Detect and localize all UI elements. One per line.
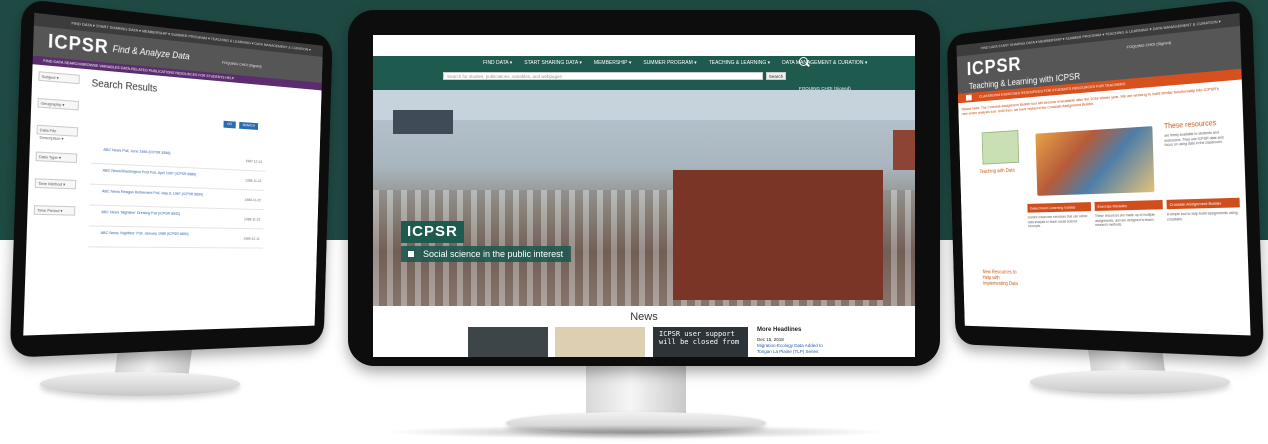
hero-sky <box>373 90 915 120</box>
hero-building <box>673 170 883 300</box>
news-image[interactable] <box>468 327 548 357</box>
home-icon[interactable] <box>965 94 972 101</box>
table-row[interactable]: ABC News Reagan Retirement Poll, May 8, … <box>89 186 265 211</box>
search-input[interactable]: Search for studies, publications, variab… <box>443 72 763 80</box>
column-heading[interactable]: Data-Driven Learning Guides <box>1027 202 1092 213</box>
classroom-photo <box>1035 126 1155 196</box>
right-monitor: FIND DATA START SHARING DATA ▾ MEMBERSHI… <box>946 0 1265 358</box>
center-monitor-stand <box>586 360 686 420</box>
search-button[interactable]: Search <box>766 72 786 80</box>
right-screen: FIND DATA START SHARING DATA ▾ MEMBERSHI… <box>956 13 1251 336</box>
menu-teaching-learning[interactable]: TEACHING & LEARNING ▾ <box>709 60 770 66</box>
login-status[interactable]: FOQUING CHOI (Signed) <box>222 60 262 69</box>
icpsr-logo[interactable]: ICPSR <box>401 221 464 243</box>
column-text: A simple tool to help build assignments … <box>1166 210 1238 222</box>
page-title: Find & Analyze Data <box>112 43 190 62</box>
filter-geography[interactable]: Geography ▾ <box>37 97 79 111</box>
menu-find-data[interactable]: FIND DATA ▾ <box>483 60 512 66</box>
headline-link[interactable]: Migration-Ecology Data Added to Tongan L… <box>757 343 837 354</box>
hero-building <box>393 110 453 134</box>
filter-time-period[interactable]: Time Period ▾ <box>33 205 76 216</box>
filter-subject[interactable]: Subject ▾ <box>38 71 80 85</box>
column-heading[interactable]: Crosstab Assignment Builder <box>1166 197 1240 210</box>
filter-data-type[interactable]: Data Type ▾ <box>35 151 78 164</box>
hero-building <box>893 130 915 170</box>
column-heading[interactable]: Exercise Modules <box>1094 199 1163 211</box>
floor-shadow <box>380 425 890 439</box>
table-row[interactable]: ABC News 'Nightline' Drinking Poll (ICPS… <box>88 207 264 230</box>
search-icon[interactable] <box>799 57 808 66</box>
result-link[interactable]: ABC News 'Nightline' Poll, January 1988 … <box>101 231 189 236</box>
resources-text: are freely available to students and ins… <box>1164 130 1224 148</box>
search-button[interactable]: SEARCH <box>239 121 259 130</box>
left-monitor: FIND DATA ▾ START SHARING DATA ▾ MEMBERS… <box>9 0 333 358</box>
menu-start-sharing-data[interactable]: START SHARING DATA ▾ <box>524 60 582 66</box>
teaching-link[interactable]: Teaching with Data <box>980 167 1022 175</box>
result-date: 1989-12-11 <box>243 236 260 241</box>
more-headlines-title: More Headlines <box>757 327 802 333</box>
headline-date: Dec 15, 2018 <box>757 337 784 342</box>
resource-thumbnail[interactable] <box>981 130 1020 165</box>
filter-data-file[interactable]: Data File Description ▾ <box>36 124 79 141</box>
center-monitor: FIND DATA ▾ START SHARING DATA ▾ MEMBERS… <box>348 10 940 366</box>
menu-data-management[interactable]: DATA MANAGEMENT & CURATION ▾ <box>782 60 867 66</box>
search-results-title: Search Results <box>91 77 158 95</box>
menu-summer-program[interactable]: SUMMER PROGRAM ▾ <box>643 60 696 66</box>
table-row[interactable]: ABC News 'Nightline' Poll, January 1988 … <box>88 228 264 249</box>
filter-sidebar: Subject ▾ Geography ▾ Data File Descript… <box>33 71 80 232</box>
column-text: These resources are made up of multiple … <box>1094 212 1155 227</box>
news-heading: News <box>630 311 658 323</box>
login-status[interactable]: FOQUING CHOI (Signed) <box>1127 40 1172 50</box>
center-screen: FIND DATA ▾ START SHARING DATA ▾ MEMBERS… <box>373 35 915 357</box>
resources-title: These resources <box>1163 119 1217 131</box>
column-text: Guided classroom exercises that use onli… <box>1027 214 1088 229</box>
news-image[interactable]: ICPSR user support will be closed from <box>653 327 748 357</box>
filter-time-method[interactable]: Time Method ▾ <box>34 178 77 190</box>
result-date: 1988-11-22 <box>245 178 262 184</box>
result-link[interactable]: ABC News/Washington Post Poll, April 198… <box>103 168 197 176</box>
icpsr-logo[interactable]: ICPSR <box>48 30 109 58</box>
result-link[interactable]: ABC News Poll, June 1986 (ICPSR 8388) <box>103 148 170 156</box>
result-link[interactable]: ABC News Reagan Retirement Poll, May 8, … <box>102 189 203 196</box>
tagline: Social science in the public interest <box>401 246 572 262</box>
result-date: 1988-11-22 <box>244 197 261 203</box>
tagline-text: Social science in the public interest <box>423 249 564 259</box>
result-date: 1987-12-14 <box>245 159 263 164</box>
right-monitor-base <box>1030 370 1230 394</box>
menu-membership[interactable]: MEMBERSHIP ▾ <box>594 60 631 66</box>
go-button[interactable]: GO <box>223 120 236 129</box>
new-resources-link[interactable]: New Resources to Help with Implementing … <box>983 270 1025 288</box>
result-date: 1988-11-22 <box>243 217 261 222</box>
left-monitor-base <box>40 372 240 396</box>
news-image[interactable] <box>555 327 645 357</box>
hero-image: ICPSR Social science in the public inter… <box>373 90 915 306</box>
pause-icon[interactable] <box>408 251 414 257</box>
result-link[interactable]: ABC News 'Nightline' Drinking Poll (ICPS… <box>101 210 180 216</box>
left-screen: FIND DATA ▾ START SHARING DATA ▾ MEMBERS… <box>23 12 323 336</box>
